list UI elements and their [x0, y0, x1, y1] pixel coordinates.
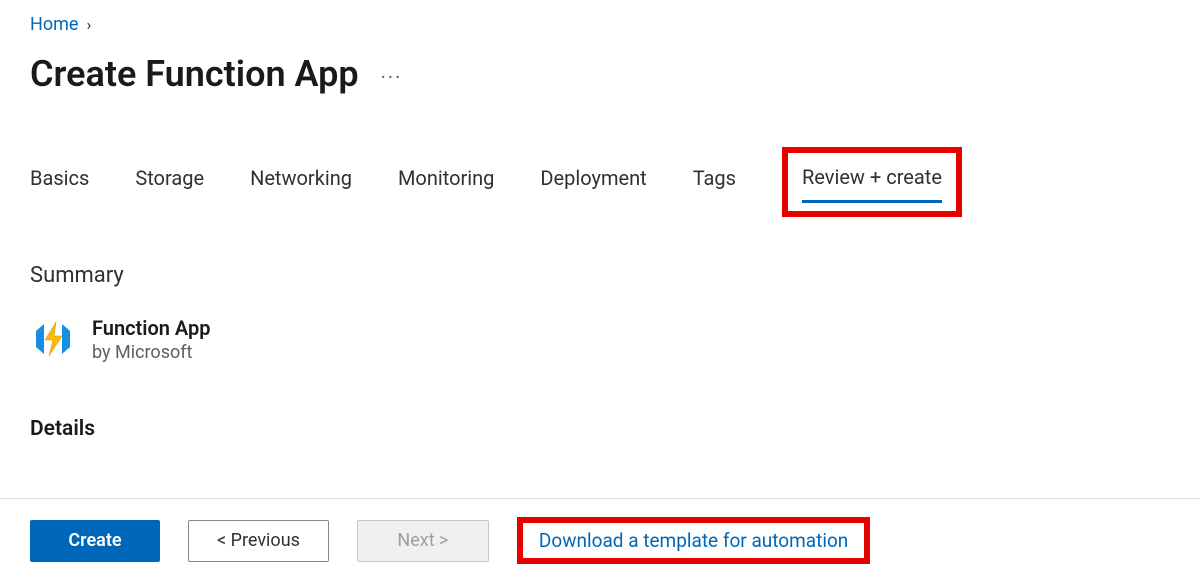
annotation-highlight: Download a template for automation — [517, 517, 870, 564]
function-app-icon — [30, 316, 76, 362]
tab-storage[interactable]: Storage — [135, 164, 204, 204]
summary-row: Function App by Microsoft — [30, 316, 1170, 363]
create-button[interactable]: Create — [30, 520, 160, 562]
tab-deployment[interactable]: Deployment — [540, 164, 646, 204]
breadcrumb: Home › — [30, 14, 1170, 35]
app-name: Function App — [92, 316, 211, 340]
next-button: Next > — [357, 520, 489, 562]
more-actions-button[interactable]: ··· — [381, 59, 403, 89]
download-template-link[interactable]: Download a template for automation — [539, 529, 848, 552]
tab-review-create[interactable]: Review + create — [802, 163, 942, 203]
app-publisher: by Microsoft — [92, 342, 211, 363]
breadcrumb-home[interactable]: Home — [30, 14, 78, 35]
footer-bar: Create < Previous Next > Download a temp… — [0, 498, 1200, 584]
tab-monitoring[interactable]: Monitoring — [398, 164, 494, 204]
summary-heading: Summary — [30, 263, 1170, 288]
tab-basics[interactable]: Basics — [30, 164, 89, 204]
page-title: Create Function App — [30, 53, 359, 95]
tab-tags[interactable]: Tags — [693, 164, 736, 204]
tab-networking[interactable]: Networking — [250, 164, 352, 204]
chevron-right-icon: › — [86, 15, 91, 34]
tab-strip: Basics Storage Networking Monitoring Dep… — [30, 149, 1170, 219]
details-heading: Details — [30, 417, 1170, 441]
annotation-highlight: Review + create — [782, 147, 962, 217]
previous-button[interactable]: < Previous — [188, 520, 329, 562]
